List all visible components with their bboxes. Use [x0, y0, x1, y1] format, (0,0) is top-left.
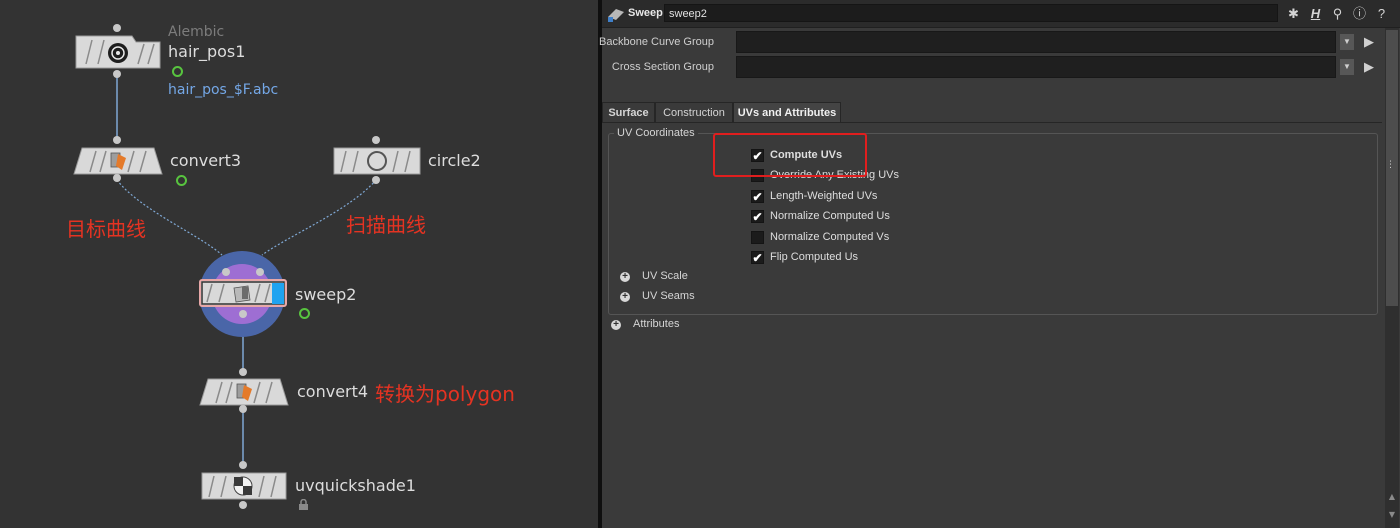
node-type-label: Sweep: [628, 7, 663, 19]
output-port[interactable]: [113, 70, 121, 78]
checkbox[interactable]: ✔: [751, 190, 764, 203]
sweep-sop-icon: [608, 9, 624, 22]
parm-backbone-curve-group: Backbone Curve Group ▼ ▶: [599, 31, 1392, 53]
checkbox-label: Normalize Computed Vs: [770, 231, 890, 243]
annotation-target-curve: 目标曲线: [66, 217, 146, 241]
chevron-down-icon[interactable]: ▼: [1340, 34, 1354, 50]
input-port[interactable]: [113, 136, 121, 144]
circle-node-body[interactable]: [332, 146, 422, 176]
cross-section-group-input[interactable]: [736, 56, 1336, 78]
lock-icon: [299, 499, 308, 510]
backbone-group-input[interactable]: [736, 31, 1336, 53]
checkbox-label: Flip Computed Us: [770, 251, 859, 263]
node-name-label[interactable]: uvquickshade1: [295, 476, 416, 495]
checkbox[interactable]: ✔: [751, 251, 764, 264]
connection-wires: [116, 76, 377, 465]
bypass-flag-icon: [176, 175, 187, 186]
annotation-sweep-curve: 扫描曲线: [346, 213, 426, 237]
alembic-node-body[interactable]: [74, 34, 162, 70]
folder-label: Attributes: [633, 318, 680, 330]
input-port-1[interactable]: [256, 268, 264, 276]
node-name-label[interactable]: hair_pos1: [168, 42, 245, 61]
output-port[interactable]: [113, 174, 121, 182]
node-file-path: hair_pos_$F.abc: [168, 82, 279, 98]
search-icon[interactable]: ⚲: [1329, 5, 1346, 22]
node-type-label: Alembic: [168, 24, 225, 40]
parameter-header: Sweep sweep2 ✱ H ⚲ ⓘ ?: [602, 0, 1400, 28]
expand-plus-icon[interactable]: +: [611, 320, 621, 330]
input-port[interactable]: [372, 136, 380, 144]
expand-plus-icon[interactable]: +: [620, 272, 630, 282]
convert-node-body[interactable]: [198, 377, 290, 407]
chevron-down-icon[interactable]: ▼: [1340, 59, 1354, 75]
output-port[interactable]: [239, 501, 247, 509]
tab-uvs-and-attributes[interactable]: UVs and Attributes: [733, 102, 841, 123]
checkbox[interactable]: ✔: [751, 210, 764, 223]
node-name-input[interactable]: sweep2: [664, 4, 1278, 22]
gear-icon[interactable]: ✱: [1285, 5, 1302, 22]
highlight-box: [713, 133, 867, 177]
output-port[interactable]: [372, 176, 380, 184]
output-port[interactable]: [239, 405, 247, 413]
bypass-flag-icon: [299, 308, 310, 319]
alembic-icon: [108, 43, 128, 63]
uvquickshade-node-body[interactable]: [200, 471, 288, 501]
expand-plus-icon[interactable]: +: [620, 292, 630, 302]
checkbox-label: Length-Weighted UVs: [770, 190, 878, 202]
tab-construction[interactable]: Construction: [655, 102, 733, 123]
tab-divider: [602, 122, 1382, 123]
input-port[interactable]: [239, 368, 247, 376]
select-arrow-icon[interactable]: ▶: [1364, 33, 1378, 51]
display-flag: [272, 283, 284, 304]
annotation-to-polygon: 转换为polygon: [375, 382, 515, 406]
help-h-icon[interactable]: H: [1307, 5, 1324, 22]
parm-cross-section-group: Cross Section Group ▼ ▶: [602, 56, 1392, 78]
node-name-label[interactable]: circle2: [428, 151, 481, 170]
checkbox[interactable]: [751, 231, 764, 244]
network-editor[interactable]: Alembic hair_pos1 hair_pos_$F.abc conver…: [0, 0, 598, 528]
node-name-label[interactable]: sweep2: [295, 285, 356, 304]
pane-resize-handle-icon[interactable]: ⋮: [1386, 160, 1395, 170]
scroll-down-icon[interactable]: ▼: [1386, 510, 1398, 522]
tab-surface[interactable]: Surface: [602, 102, 655, 123]
parm-label: Backbone Curve Group: [599, 36, 714, 48]
sweep-node-body[interactable]: [198, 278, 290, 308]
bypass-flag-icon: [172, 66, 183, 77]
info-icon[interactable]: ⓘ: [1351, 5, 1368, 22]
input-port[interactable]: [113, 24, 121, 32]
input-port-0[interactable]: [222, 268, 230, 276]
group-title: UV Coordinates: [614, 127, 698, 139]
convert-node-body[interactable]: [72, 146, 164, 176]
parm-label: Cross Section Group: [611, 61, 714, 73]
checkbox-label: Normalize Computed Us: [770, 210, 890, 222]
node-name-label[interactable]: convert3: [170, 151, 241, 170]
input-port[interactable]: [239, 461, 247, 469]
scroll-up-icon[interactable]: ▲: [1386, 492, 1398, 504]
uvquickshade-icon: [233, 476, 253, 496]
folder-label: UV Scale: [642, 270, 688, 282]
parameter-pane: Sweep sweep2 ✱ H ⚲ ⓘ ? Backbone Curve Gr…: [599, 0, 1400, 528]
folder-label: UV Seams: [642, 290, 695, 302]
node-name-label[interactable]: convert4: [297, 382, 368, 401]
output-port[interactable]: [239, 310, 247, 318]
select-arrow-icon[interactable]: ▶: [1364, 58, 1378, 76]
help-icon[interactable]: ?: [1373, 5, 1390, 22]
sweep-icon: [233, 285, 251, 303]
